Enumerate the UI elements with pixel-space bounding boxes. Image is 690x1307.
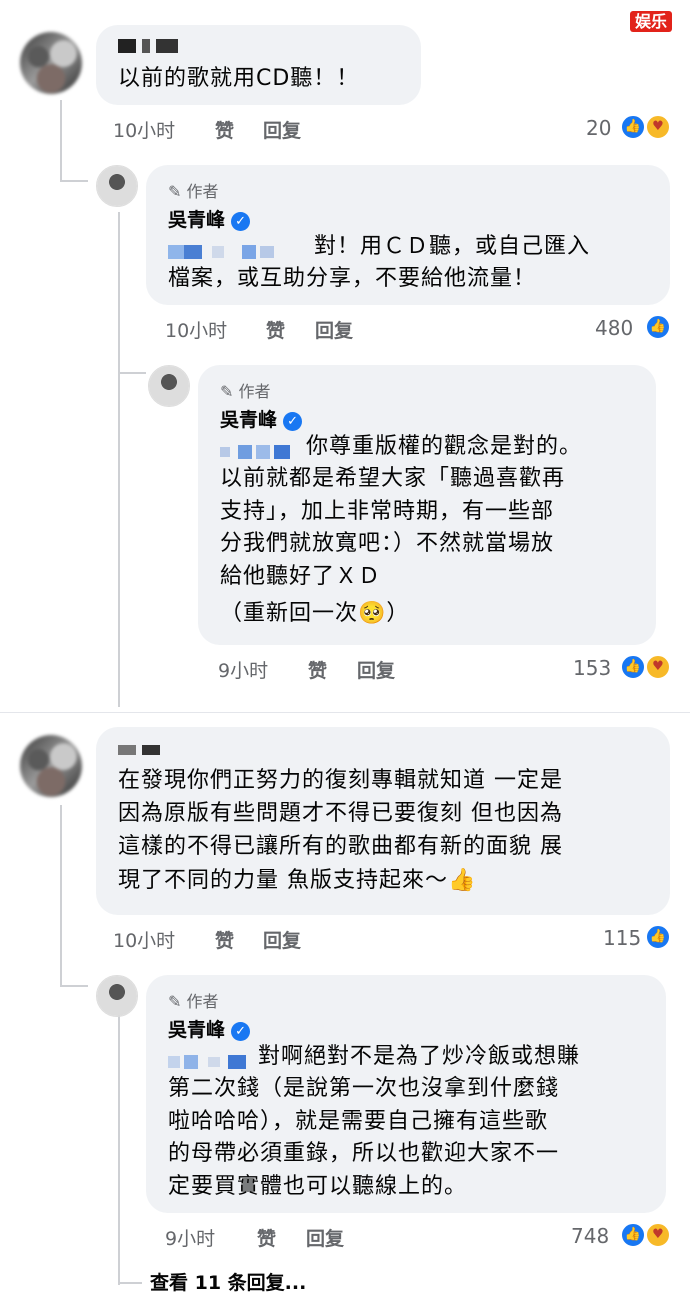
reaction-count[interactable]: 480 [595,316,633,340]
avatar[interactable] [148,365,190,407]
author-name[interactable]: 吳青峰 [220,409,277,431]
comment-line: 定要買實體也可以聽線上的。 [168,1174,468,1199]
comment-bubble: ✎ 作者 吳青峰 ✓ 你尊重版權的觀念是對的。 以前就都是希望大家「聽過喜歡再 支… [198,365,656,645]
comment-bubble: 以前的歌就用CD聽！！ [96,25,421,105]
divider [0,712,690,713]
thread-line [60,805,62,985]
comment-line: 檔案，或互助分享，不要給他流量！ [168,266,537,291]
verified-badge-icon: ✓ [231,1022,251,1041]
comment-line: 以前就都是希望大家「聽過喜歡再 [220,466,566,491]
like-button[interactable]: 赞 [308,656,327,683]
like-button[interactable]: 赞 [215,926,234,953]
author-tag: ✎ 作者 [168,178,219,202]
comment-author[interactable]: 吳青峰 ✓ [168,1015,251,1042]
like-reaction-icon: 👍 [620,114,646,140]
mention-blur[interactable] [220,441,290,460]
reaction-count[interactable]: 153 [573,656,611,680]
thread-line [118,1282,142,1284]
pen-icon: ✎ [168,992,182,1011]
comment-line: 對！用ＣＤ聽，或自己匯入 [314,234,591,259]
thread-line [60,180,88,182]
reply-button[interactable]: 回复 [306,1224,344,1251]
comment-author[interactable]: 吳青峰 ✓ [220,405,303,432]
author-tag-label: 作者 [238,382,271,401]
comment-bubble: 在發現你們正努力的復刻專輯就知道 一定是 因為原版有些問題才不得已要復刻 但也因… [96,727,670,915]
blurred-username[interactable] [118,35,184,54]
author-name[interactable]: 吳青峰 [168,209,225,231]
comment-time: 9小时 [165,1228,216,1250]
reaction-count[interactable]: 115 [603,926,641,950]
comment-line: 支持」，加上非常時期，有一些部 [220,499,555,524]
author-tag: ✎ 作者 [220,378,271,402]
like-reaction-icon: 👍 [620,654,646,680]
comment-time: 9小时 [218,660,269,682]
comment-line: 的母帶必須重錄，所以也歡迎大家不一 [168,1141,560,1166]
like-button[interactable]: 赞 [215,116,234,143]
comment-line: 分我們就放寬吧：）不然就當場放 [220,531,555,556]
verified-badge-icon: ✓ [283,412,303,431]
reply-button[interactable]: 回复 [263,926,301,953]
comment-line: 現了不同的力量 魚版支持起來～👍 [118,868,477,893]
comment-line: （重新回一次🥺） [220,601,410,626]
thread-line [118,212,120,372]
avatar[interactable] [20,735,82,797]
reply-button[interactable]: 回复 [315,316,353,343]
like-button[interactable]: 赞 [257,1224,276,1251]
comment-line: 第二次錢（是說第一次也沒拿到什麼錢 [168,1076,560,1101]
avatar[interactable] [20,32,82,94]
comment-line: 因為原版有些問題才不得已要復刻 但也因為 [118,801,563,826]
comment-line: 這樣的不得已讓所有的歌曲都有新的面貌 展 [118,834,563,859]
comment-bubble: ✎ 作者 吳青峰 ✓ 對啊絕對不是為了炒冷飯或想賺 第二次錢（是說第一次也沒拿到什… [146,975,666,1213]
pen-icon: ✎ [168,182,182,201]
thread-line [60,985,88,987]
comment-line: 啦哈哈哈），就是需要自己擁有這些歌 [168,1109,549,1134]
comment-line: 你尊重版權的觀念是對的。 [306,434,583,459]
verified-badge-icon: ✓ [231,212,251,231]
mention-blur[interactable] [168,1051,246,1070]
thread-line [118,1015,120,1285]
comment-time: 10小时 [165,320,228,342]
avatar[interactable] [96,165,138,207]
care-reaction-icon: ♥ [645,1222,671,1248]
author-name[interactable]: 吳青峰 [168,1019,225,1041]
watermark-badge: 娱乐 [630,11,673,32]
care-reaction-icon: ♥ [645,654,671,680]
like-reaction-icon: 👍 [645,314,671,340]
reply-button[interactable]: 回复 [263,116,301,143]
thread-line [118,372,146,374]
avatar[interactable] [96,975,138,1017]
reply-button[interactable]: 回复 [357,656,395,683]
mention-blur[interactable] [168,241,274,260]
comment-line: 對啊絕對不是為了炒冷飯或想賺 [258,1044,581,1069]
like-reaction-icon: 👍 [620,1222,646,1248]
thread-line [118,372,120,707]
author-tag-label: 作者 [186,182,219,201]
comment-bubble: ✎ 作者 吳青峰 ✓ 對！用ＣＤ聽，或自己匯入 檔案，或互助分享，不要給他流量！ [146,165,670,305]
reaction-count[interactable]: 20 [586,116,611,140]
comment-time: 10小时 [113,120,176,142]
view-more-replies-link[interactable]: 查看 11 条回复... [150,1268,306,1295]
comment-line: 給他聽好了ＸＤ [220,564,382,589]
comment-line: 在發現你們正努力的復刻專輯就知道 一定是 [118,768,563,793]
care-reaction-icon: ♥ [645,114,671,140]
like-reaction-icon: 👍 [645,924,671,950]
reaction-count[interactable]: 748 [571,1224,609,1248]
pen-icon: ✎ [220,382,234,401]
comment-time: 10小时 [113,930,176,952]
author-tag: ✎ 作者 [168,988,219,1012]
watermark: 娱乐 [630,8,673,32]
comment-author[interactable]: 吳青峰 ✓ [168,205,251,232]
thread-line [60,100,62,180]
blurred-username[interactable] [118,739,166,758]
like-button[interactable]: 赞 [266,316,285,343]
author-tag-label: 作者 [186,992,219,1011]
comment-text: 以前的歌就用CD聽！！ [118,66,360,91]
